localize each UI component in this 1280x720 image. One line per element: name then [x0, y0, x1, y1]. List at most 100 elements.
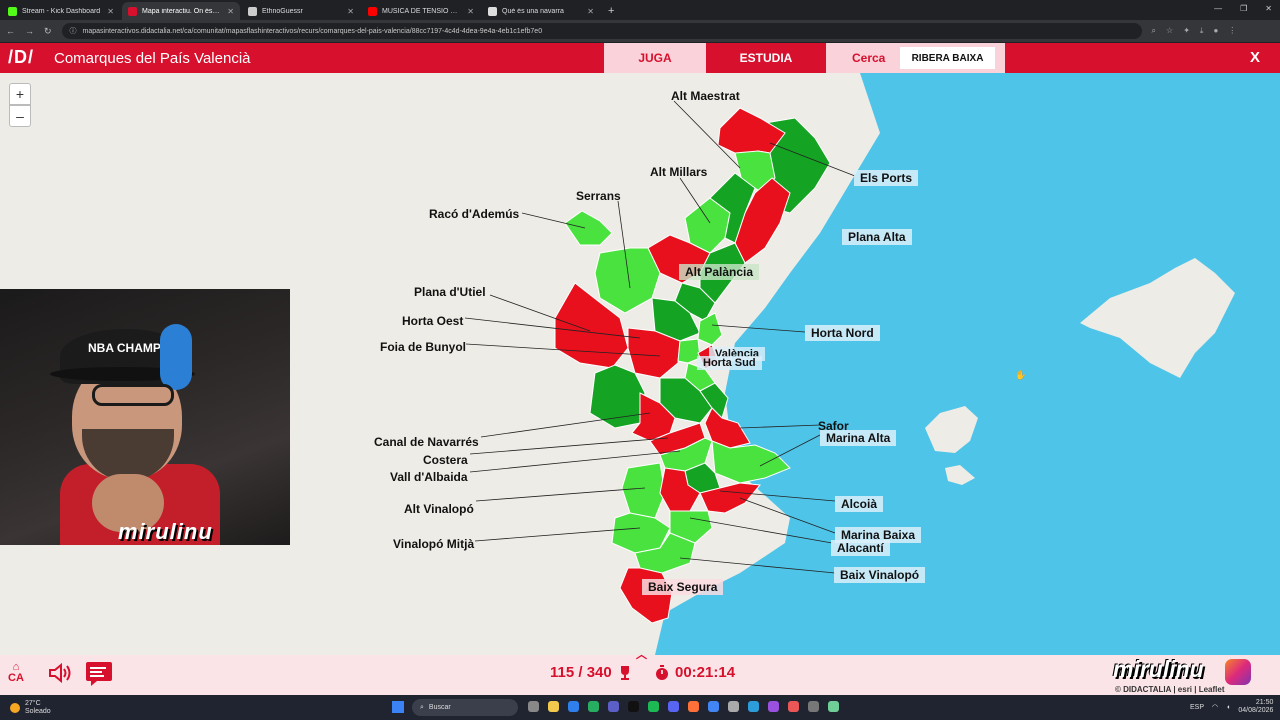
site-info-icon[interactable]: ⓘ: [70, 26, 77, 36]
region-baix-segura[interactable]: [619, 567, 673, 624]
stopwatch-icon: [656, 665, 668, 680]
app-icon[interactable]: [748, 701, 759, 712]
map-label: Foia de Bunyol: [380, 340, 467, 354]
volume-icon[interactable]: ◖: [1226, 704, 1230, 711]
close-tab-icon[interactable]: ✕: [347, 7, 354, 16]
spotify-icon[interactable]: [648, 701, 659, 712]
tab-favicon: [488, 6, 497, 16]
chat-icon[interactable]: [85, 661, 113, 687]
edge-icon[interactable]: [568, 701, 579, 712]
app-icon[interactable]: [808, 701, 819, 712]
sun-icon: [10, 703, 20, 713]
toolbar-icons: ⌕ ☆ ✦ ⤓ ● ⋮: [1152, 26, 1237, 36]
system-tray: ESP ◠ ◖ 21:50 04/08/2026: [1190, 699, 1273, 715]
xbox-icon[interactable]: [588, 701, 599, 712]
region-raco-ademus[interactable]: [564, 210, 613, 246]
instagram-icon: [1225, 659, 1251, 685]
map-label: Plana d'Utiel: [414, 285, 486, 299]
windows-start-icon[interactable]: [392, 701, 404, 713]
download-icon[interactable]: ⤓: [1200, 26, 1204, 36]
study-mode-button[interactable]: ESTUDIA: [706, 43, 826, 73]
map-label: Baix Vinalopó: [834, 567, 926, 583]
tab-title: Què és una navarra: [502, 7, 564, 15]
taskbar-search-placeholder: Buscar: [428, 704, 451, 711]
app-icon[interactable]: [788, 701, 799, 712]
teams-icon[interactable]: [608, 701, 619, 712]
cap-text: NBA CHAMPS: [88, 341, 169, 355]
map-label: Vinalopó Mitjà: [393, 537, 475, 551]
weather-widget[interactable]: 27°C Soleado: [10, 700, 51, 716]
didactalia-logo[interactable]: /D/: [8, 47, 34, 68]
browser-tab[interactable]: MÚSICA DE TENSIÓ D'"EL ✕: [362, 2, 480, 20]
search-icon: ⌕: [420, 703, 424, 711]
browser-tab[interactable]: EthnoGuessr ✕: [242, 2, 360, 20]
close-game-button[interactable]: X: [1250, 49, 1260, 66]
window-close-icon[interactable]: ✕: [1265, 4, 1272, 13]
menu-dots-icon[interactable]: ⋮: [1228, 26, 1236, 36]
map-label: Els Ports: [854, 170, 919, 186]
close-tab-icon[interactable]: ✕: [587, 7, 594, 16]
map-label: Plana Alta: [842, 229, 912, 245]
map-label: Alt Vinalopó: [404, 502, 474, 516]
reload-icon[interactable]: ↻: [44, 26, 52, 37]
language-code: CA: [8, 672, 24, 684]
url-field[interactable]: ⓘ mapasinteractivos.didactalia.net/ca/co…: [61, 23, 1142, 39]
map-label: Marina Alta: [820, 430, 897, 446]
input-language[interactable]: ESP: [1190, 704, 1204, 711]
app-icon[interactable]: [768, 701, 779, 712]
browser-tab[interactable]: Stream - Kick Dashboard ✕: [2, 2, 120, 20]
task-view-icon[interactable]: [528, 701, 539, 712]
chrome-icon[interactable]: [708, 701, 719, 712]
tab-favicon: [128, 6, 137, 16]
browser-tab[interactable]: Què és una navarra ✕: [482, 2, 600, 20]
profile-avatar[interactable]: ●: [1213, 26, 1218, 36]
region-serrans[interactable]: [594, 247, 661, 314]
clock-time: 21:50: [1255, 699, 1274, 706]
back-icon[interactable]: ←: [6, 26, 15, 36]
map-label: Alt Palància: [679, 264, 760, 280]
zoom-out-button[interactable]: –: [9, 105, 31, 127]
language-selector[interactable]: ⌂ CA: [8, 662, 24, 684]
glasses: [92, 384, 174, 406]
close-tab-icon[interactable]: ✕: [107, 7, 114, 16]
browser-tab-active[interactable]: Mapa interactiu. On és? Comar ✕: [122, 2, 240, 20]
tab-favicon: [248, 6, 257, 16]
firefox-icon[interactable]: [688, 701, 699, 712]
new-tab-icon[interactable]: +: [608, 5, 614, 17]
app-icon[interactable]: [828, 701, 839, 712]
map-label: Horta Oest: [402, 314, 464, 328]
wifi-icon[interactable]: ◠: [1212, 703, 1218, 711]
discord-icon[interactable]: [668, 701, 679, 712]
weather-condition: Soleado: [25, 708, 51, 715]
window-controls: — ❐ ✕: [1214, 4, 1272, 13]
tiktok-icon[interactable]: [628, 701, 639, 712]
zoom-icon[interactable]: ⌕: [1152, 26, 1156, 36]
windows-taskbar: 27°C Soleado ⌕ Buscar ESP ◠ ◖ 21:50 04/0…: [0, 695, 1280, 720]
speaker-icon[interactable]: [47, 662, 71, 684]
map-label: Serrans: [576, 189, 621, 203]
map-label: Vall d'Albaida: [390, 470, 468, 484]
maximize-icon[interactable]: ❐: [1240, 4, 1247, 13]
search-prompt-label: Cerca: [852, 51, 886, 65]
forward-icon[interactable]: →: [25, 26, 34, 36]
app-icon[interactable]: [728, 701, 739, 712]
tab-title: EthnoGuessr: [262, 7, 303, 15]
close-tab-icon[interactable]: ✕: [227, 7, 234, 16]
zoom-in-button[interactable]: +: [9, 83, 31, 105]
region-alt-vinalopo[interactable]: [621, 462, 666, 519]
region-vall-cofrents[interactable]: [589, 364, 646, 429]
clock-date: 04/08/2026: [1238, 707, 1274, 714]
map-label: Alt Maestrat: [671, 89, 740, 103]
play-mode-button[interactable]: JUGA: [604, 43, 706, 73]
bookmark-star-icon[interactable]: ☆: [1166, 26, 1173, 36]
chevron-up-icon[interactable]: ︿: [636, 646, 647, 662]
extension-icon[interactable]: ✦: [1183, 26, 1190, 36]
page-title: Comarques del País Valencià: [54, 50, 251, 67]
game-status-bar: ︿ ⌂ CA 115 / 340 00:21:14: [0, 649, 1280, 695]
minimize-icon[interactable]: —: [1214, 4, 1222, 13]
clock[interactable]: 21:50 04/08/2026: [1238, 699, 1273, 715]
taskbar-search[interactable]: ⌕ Buscar: [412, 699, 518, 716]
close-tab-icon[interactable]: ✕: [467, 7, 474, 16]
file-explorer-icon[interactable]: [548, 701, 559, 712]
webcam-watermark: mirulinu: [118, 519, 213, 544]
